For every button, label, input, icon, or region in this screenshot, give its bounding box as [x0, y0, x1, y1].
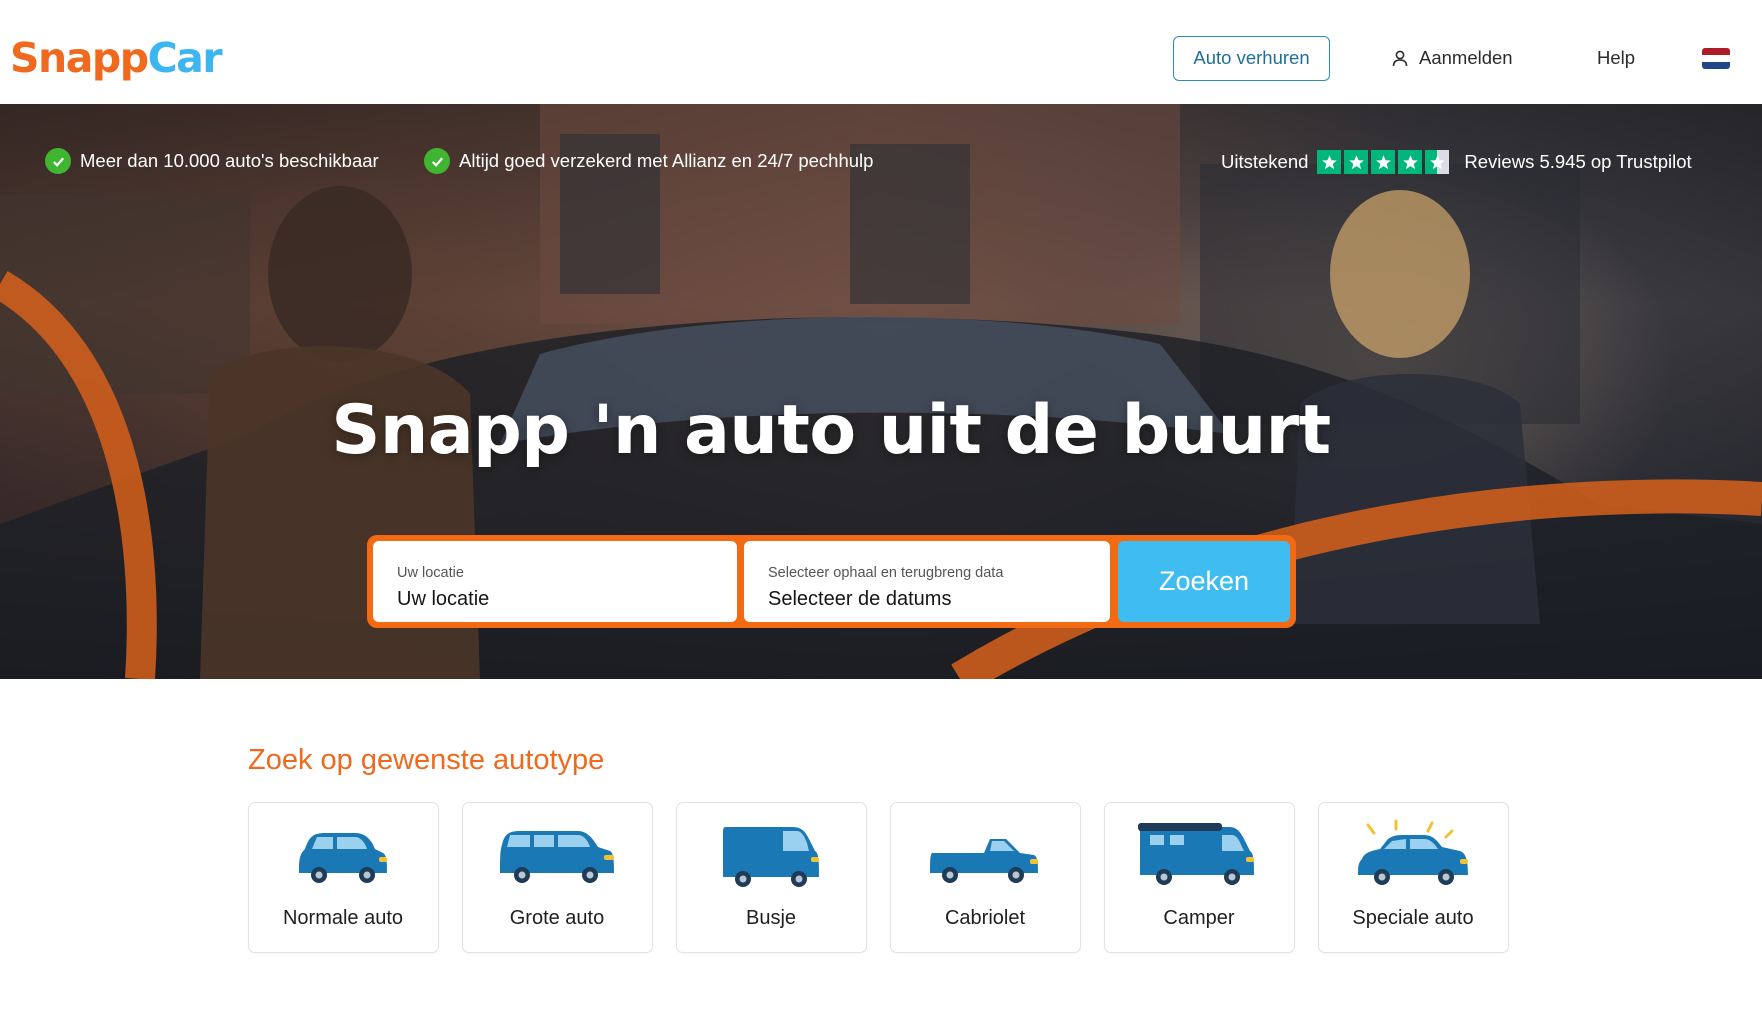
car-type-list: Normale auto Grote auto Busje Cabriolet … — [248, 802, 1509, 953]
star-icon — [1317, 150, 1342, 174]
car-type-label: Camper — [1163, 907, 1235, 929]
netherlands-flag-icon[interactable] — [1702, 48, 1730, 69]
usp-cars-available: Meer dan 10.000 auto's beschikbaar — [45, 148, 379, 174]
van-icon — [723, 827, 819, 887]
car-type-large[interactable]: Grote auto — [462, 802, 653, 953]
site-header: SnappCar Auto verhuren Aanmelden Help — [0, 0, 1762, 104]
dates-field-value: Selecteer de datums — [768, 588, 952, 610]
help-link[interactable]: Help — [1597, 46, 1635, 70]
star-icon — [1371, 150, 1396, 174]
rent-out-car-button[interactable]: Auto verhuren — [1173, 36, 1330, 81]
search-button[interactable]: Zoeken — [1118, 541, 1290, 622]
car-type-van[interactable]: Busje — [676, 802, 867, 953]
half-star-icon — [1425, 150, 1450, 174]
check-icon — [424, 148, 450, 174]
car-type-convertible[interactable]: Cabriolet — [890, 802, 1081, 953]
check-icon — [45, 148, 71, 174]
login-link[interactable]: Aanmelden — [1391, 46, 1513, 70]
hero-title: Snapp 'n auto uit de buurt — [331, 391, 1331, 470]
car-type-special[interactable]: Speciale auto — [1318, 802, 1509, 953]
car-type-label: Cabriolet — [944, 907, 1026, 929]
usp-text: Altijd goed verzekerd met Allianz en 24/… — [459, 150, 874, 171]
camper-icon — [1138, 823, 1254, 885]
trustpilot-reviews: Reviews 5.945 op Trustpilot — [1464, 151, 1692, 172]
login-label: Aanmelden — [1419, 47, 1513, 68]
location-field-label: Uw locatie — [397, 565, 464, 581]
usp-text: Meer dan 10.000 auto's beschikbaar — [80, 150, 379, 171]
search-bar: Uw locatie Uw locatie Selecteer ophaal e… — [367, 535, 1296, 628]
special-car-icon — [1358, 819, 1468, 885]
logo-part-car: Car — [147, 34, 223, 82]
car-type-label: Busje — [745, 907, 797, 929]
star-icon — [1398, 150, 1423, 174]
user-icon — [1392, 50, 1408, 67]
car-type-label: Grote auto — [509, 907, 605, 929]
usp-insurance: Altijd goed verzekerd met Allianz en 24/… — [424, 148, 873, 174]
car-type-label: Speciale auto — [1352, 907, 1474, 929]
star-icon — [1344, 150, 1369, 174]
location-field[interactable]: Uw locatie Uw locatie — [373, 541, 737, 622]
snappcar-logo[interactable]: SnappCar — [10, 30, 223, 86]
dates-field-label: Selecteer ophaal en terugbreng data — [768, 565, 1004, 581]
convertible-icon — [930, 839, 1038, 883]
location-field-value: Uw locatie — [397, 588, 490, 610]
trustpilot-stars — [1317, 150, 1450, 174]
car-type-normal[interactable]: Normale auto — [248, 802, 439, 953]
car-type-label: Normale auto — [282, 907, 404, 929]
car-type-camper[interactable]: Camper — [1104, 802, 1295, 953]
car-type-section-title: Zoek op gewenste autotype — [248, 744, 605, 776]
trustpilot-widget[interactable]: Uitstekend Reviews 5.945 op Trustpilot — [1221, 150, 1692, 174]
station-wagon-icon — [500, 831, 614, 883]
small-car-icon — [299, 833, 387, 883]
trustpilot-rating-label: Uitstekend — [1221, 151, 1309, 172]
dates-field[interactable]: Selecteer ophaal en terugbreng data Sele… — [744, 541, 1110, 622]
logo-part-snapp: Snapp — [10, 34, 149, 82]
